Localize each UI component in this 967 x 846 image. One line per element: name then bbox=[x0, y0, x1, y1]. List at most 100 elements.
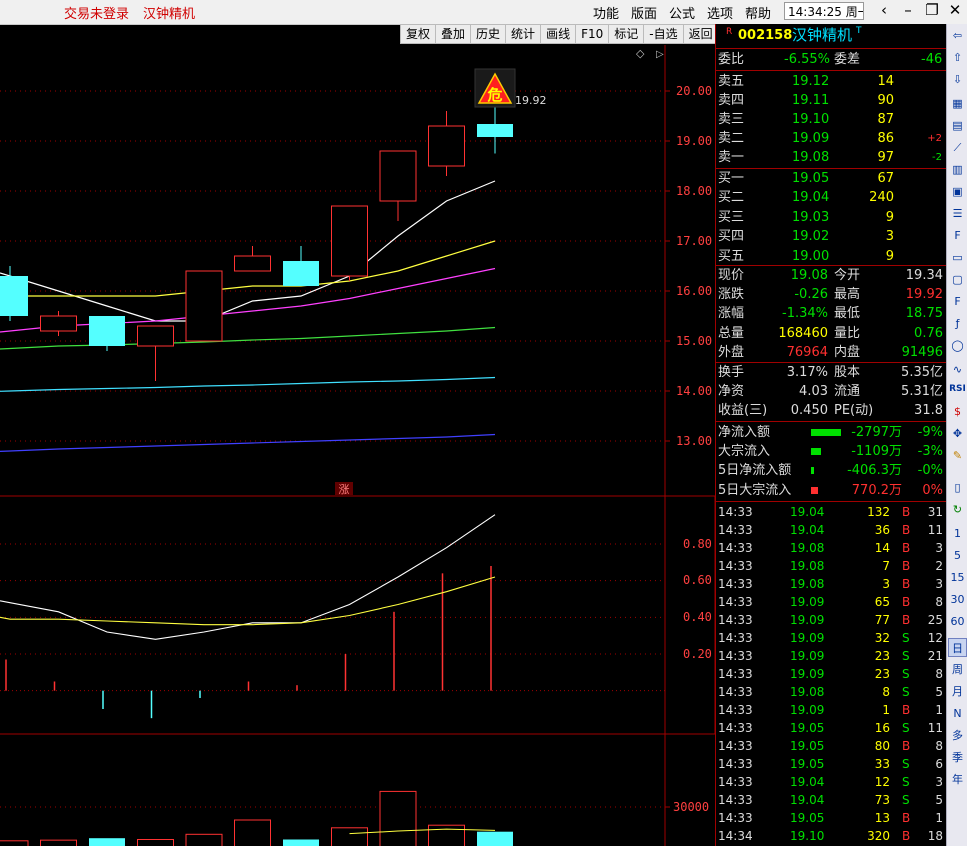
tick-row[interactable]: 14:33 19.05 16 S 11 bbox=[716, 719, 946, 737]
period-n[interactable]: N bbox=[948, 704, 967, 723]
bid-row[interactable]: 买四 19.02 3 bbox=[716, 227, 946, 246]
volume-bar bbox=[137, 839, 174, 846]
arrow-down-icon[interactable]: ⇩ bbox=[948, 70, 967, 89]
tick-row[interactable]: 14:33 19.08 8 S 5 bbox=[716, 683, 946, 701]
tick-row[interactable]: 14:33 19.05 33 S 6 bbox=[716, 755, 946, 773]
toolbar-return-button[interactable]: 返回 bbox=[684, 25, 719, 43]
formula-icon[interactable]: ƒ bbox=[948, 314, 967, 333]
tick-row[interactable]: 14:33 19.08 14 B 3 bbox=[716, 539, 946, 557]
quote-header: R 002158 汉钟精机 T bbox=[716, 26, 946, 45]
menu-options[interactable]: 选项 bbox=[707, 3, 733, 22]
tick-row[interactable]: 14:34 19.10 320 B 18 bbox=[716, 827, 946, 845]
tick-row[interactable]: 14:33 19.09 32 S 12 bbox=[716, 629, 946, 647]
weibi-label: 委比 bbox=[718, 52, 745, 67]
arrow-up-icon[interactable]: ⇧ bbox=[948, 48, 967, 67]
arrow-left-icon[interactable]: ⇦ bbox=[948, 26, 967, 45]
tick-price: 19.08 bbox=[790, 541, 825, 555]
period-day[interactable]: 日 bbox=[948, 638, 967, 657]
tick-row[interactable]: 14:33 19.09 23 S 21 bbox=[716, 647, 946, 665]
window-icon[interactable]: ▭ bbox=[948, 248, 967, 267]
toolbar-overlay-button[interactable]: 叠加 bbox=[436, 25, 472, 43]
back-icon[interactable]: ‹ bbox=[874, 1, 894, 19]
ask-row[interactable]: 卖二 19.09 86 +2 bbox=[716, 129, 946, 148]
kline-chart[interactable]: ◇ ▷ 危 19.92 涨 bbox=[0, 45, 715, 846]
tick-row[interactable]: 14:33 19.05 13 B 1 bbox=[716, 809, 946, 827]
tick-row[interactable]: 14:33 19.05 80 B 8 bbox=[716, 737, 946, 755]
period-60min[interactable]: 60 bbox=[948, 612, 967, 631]
period-month[interactable]: 月 bbox=[948, 682, 967, 701]
tick-row[interactable]: 14:33 19.04 73 S 5 bbox=[716, 791, 946, 809]
move-icon[interactable]: ✥ bbox=[948, 424, 967, 443]
f10-icon[interactable]: F bbox=[948, 226, 967, 245]
fund-label: 净资 bbox=[718, 384, 745, 400]
report-icon[interactable]: ☰ bbox=[948, 204, 967, 223]
list-icon[interactable]: ▤ bbox=[948, 116, 967, 135]
toolbar-watchlist-button[interactable]: -自选 bbox=[644, 25, 684, 43]
flow-label: 5日大宗流入 bbox=[718, 482, 792, 498]
toolbar-f10-button[interactable]: F10 bbox=[576, 25, 610, 43]
tick-row[interactable]: 14:33 19.08 7 B 2 bbox=[716, 557, 946, 575]
period-5min[interactable]: 5 bbox=[948, 546, 967, 565]
tick-row[interactable]: 14:33 19.04 132 B 31 bbox=[716, 503, 946, 521]
menu-help[interactable]: 帮助 bbox=[745, 3, 771, 22]
fund-label: 股本 bbox=[834, 365, 861, 380]
f12-icon[interactable]: F bbox=[948, 292, 967, 311]
trend-chart-icon[interactable]: ⟋ bbox=[948, 138, 967, 157]
menu-function[interactable]: 功能 bbox=[593, 3, 619, 22]
toolbar-stats-button[interactable]: 统计 bbox=[506, 25, 542, 43]
dollar-icon[interactable]: $ bbox=[948, 402, 967, 421]
toolbar-adjust-button[interactable]: 复权 bbox=[401, 25, 437, 43]
ask-row[interactable]: 卖五 19.12 14 bbox=[716, 72, 946, 91]
period-quarter[interactable]: 季 bbox=[948, 748, 967, 767]
pencil-icon[interactable]: ✎ bbox=[948, 446, 967, 465]
bid-row[interactable]: 买五 19.00 9 bbox=[716, 247, 946, 266]
tick-row[interactable]: 14:33 19.04 12 S 3 bbox=[716, 773, 946, 791]
toolbar-mark-button[interactable]: 标记 bbox=[609, 25, 645, 43]
tick-row[interactable]: 14:33 19.09 23 S 8 bbox=[716, 665, 946, 683]
table-icon[interactable]: ▣ bbox=[948, 182, 967, 201]
panel-icon[interactable]: ▢ bbox=[948, 270, 967, 289]
bid-label: 买一 bbox=[718, 171, 745, 186]
tick-row[interactable]: 14:33 19.09 65 B 8 bbox=[716, 593, 946, 611]
toolbar-draw-button[interactable]: 画线 bbox=[541, 25, 577, 43]
grid-icon[interactable]: ▦ bbox=[948, 94, 967, 113]
period-week[interactable]: 周 bbox=[948, 660, 967, 679]
period-year[interactable]: 年 bbox=[948, 770, 967, 789]
ask-row[interactable]: 卖一 19.08 97 -2 bbox=[716, 148, 946, 167]
tick-row[interactable]: 14:33 19.09 77 B 25 bbox=[716, 611, 946, 629]
candle-body bbox=[89, 316, 125, 346]
bid-row[interactable]: 买一 19.05 67 bbox=[716, 169, 946, 188]
bid-row[interactable]: 买三 19.03 9 bbox=[716, 208, 946, 227]
candle-icon[interactable]: ▥ bbox=[948, 160, 967, 179]
period-30min[interactable]: 30 bbox=[948, 590, 967, 609]
ask-label: 卖四 bbox=[718, 93, 745, 108]
restore-icon[interactable]: ❐ bbox=[922, 1, 942, 19]
menu-formula[interactable]: 公式 bbox=[669, 3, 695, 22]
period-1min[interactable]: 1 bbox=[948, 524, 967, 543]
tick-row[interactable]: 14:33 19.09 1 B 1 bbox=[716, 701, 946, 719]
fund-row: 净资 4.03 流通 5.31亿 bbox=[716, 382, 946, 401]
ask-row[interactable]: 卖四 19.11 90 bbox=[716, 91, 946, 110]
login-status[interactable]: 交易未登录 bbox=[64, 3, 129, 22]
refresh-icon[interactable]: ↻ bbox=[948, 500, 967, 519]
ask-volume: 14 bbox=[877, 74, 894, 89]
toolbar-history-button[interactable]: 历史 bbox=[471, 25, 507, 43]
tick-count: 8 bbox=[935, 739, 943, 753]
flow-label: 5日净流入额 bbox=[718, 463, 792, 479]
menu-layout[interactable]: 版面 bbox=[631, 3, 657, 22]
period-15min[interactable]: 15 bbox=[948, 568, 967, 587]
close-icon[interactable]: ✕ bbox=[945, 1, 965, 19]
tick-row[interactable]: 14:33 19.04 36 B 11 bbox=[716, 521, 946, 539]
wave-icon[interactable]: ∿ bbox=[948, 360, 967, 379]
circle-icon[interactable]: ◯ bbox=[948, 336, 967, 355]
stat-value: -0.26 bbox=[794, 287, 828, 303]
period-multi[interactable]: 多 bbox=[948, 726, 967, 745]
minimize-icon[interactable]: – bbox=[898, 1, 918, 19]
rsi-button[interactable]: RSI bbox=[948, 380, 967, 399]
tick-row[interactable]: 14:33 19.08 3 B 3 bbox=[716, 575, 946, 593]
flow-row: 5日大宗流入 770.2万 0% bbox=[716, 481, 946, 500]
tick-side: S bbox=[902, 757, 910, 771]
ask-row[interactable]: 卖三 19.10 87 bbox=[716, 110, 946, 129]
bid-row[interactable]: 买二 19.04 240 bbox=[716, 188, 946, 207]
doc-icon[interactable]: ▯ bbox=[948, 478, 967, 497]
